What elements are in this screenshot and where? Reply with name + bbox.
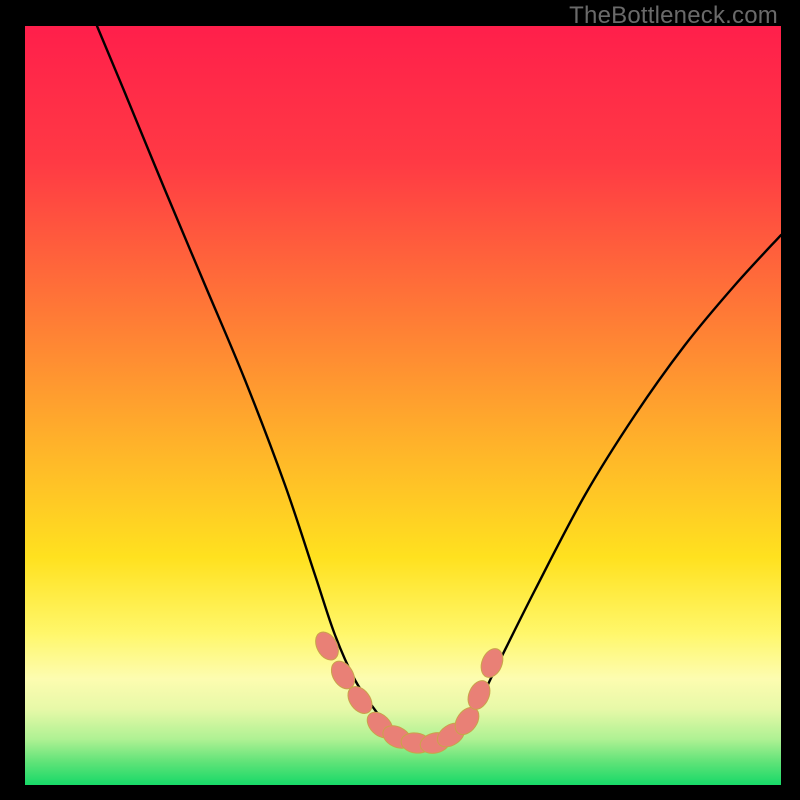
bead-marker [311,628,343,664]
bead-marker [477,645,507,680]
chart-frame: TheBottleneck.com [0,0,800,800]
curve-layer [25,26,781,785]
watermark-text: TheBottleneck.com [569,2,778,30]
bottleneck-curve [97,26,781,746]
plot-area [25,26,781,785]
